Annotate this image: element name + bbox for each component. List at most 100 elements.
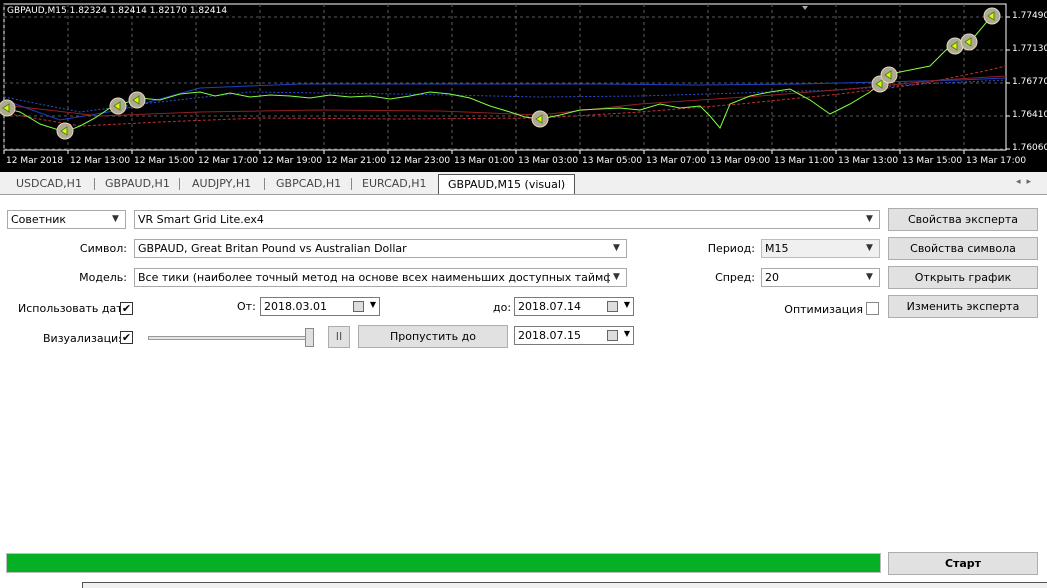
- time-tick-label: 12 Mar 2018: [6, 156, 64, 166]
- time-tick-label: 12 Mar 19:00: [262, 156, 323, 166]
- dropdown-arrow-icon: ▼: [623, 300, 630, 309]
- visualization-label: Визуализация: [43, 332, 125, 345]
- bottom-panel-edge: [82, 582, 1047, 588]
- expert-select-value: VR Smart Grid Lite.ex4: [138, 213, 264, 226]
- dropdown-arrow-icon: ▼: [369, 300, 376, 309]
- tab-separator: [179, 178, 180, 190]
- tab-separator: [94, 178, 95, 190]
- tab-scroll-left-icon[interactable]: ◂: [1016, 177, 1027, 187]
- dropdown-arrow-icon: ▼: [623, 329, 630, 338]
- symbol-properties-button[interactable]: Свойства символа: [888, 237, 1038, 260]
- dropdown-arrow-icon: ▼: [866, 272, 873, 282]
- use-date-checkbox[interactable]: ✔: [120, 302, 133, 315]
- trade-marker-icon: [531, 110, 549, 128]
- shift-marker-icon: [802, 6, 808, 10]
- modify-expert-button[interactable]: Изменить эксперта: [888, 295, 1038, 318]
- expert-select[interactable]: VR Smart Grid Lite.ex4 ▼: [134, 210, 880, 229]
- skip-to-date-picker[interactable]: 2018.07.15 ▼: [514, 326, 634, 345]
- from-label: От:: [237, 300, 256, 313]
- ma-red-line: [3, 65, 1007, 127]
- trade-marker-icon: [0, 99, 16, 117]
- tab-separator: [264, 178, 265, 190]
- speed-slider-track[interactable]: [148, 336, 312, 340]
- to-date-value: 2018.07.14: [518, 300, 581, 313]
- trade-markers: [0, 7, 1001, 140]
- symbol-label: Символ:: [79, 242, 127, 255]
- dropdown-arrow-icon: ▼: [866, 214, 873, 224]
- from-date-value: 2018.03.01: [264, 300, 327, 313]
- pause-button[interactable]: II: [328, 326, 350, 348]
- price-tick-label: 1.76060: [1012, 143, 1047, 153]
- dropdown-arrow-icon: ▼: [613, 243, 620, 253]
- open-chart-button[interactable]: Открыть график: [888, 266, 1038, 289]
- time-tick-label: 13 Mar 15:00: [902, 156, 963, 166]
- trade-marker-icon: [960, 33, 978, 51]
- dropdown-arrow-icon: ▼: [112, 214, 119, 224]
- expert-properties-button[interactable]: Свойства эксперта: [888, 208, 1038, 231]
- trade-marker-icon: [983, 7, 1001, 25]
- tab-scroll-right-icon[interactable]: ▸: [1026, 177, 1037, 187]
- tab-audjpy-h1[interactable]: AUDJPY,H1: [188, 175, 255, 192]
- type-select-value: Советник: [11, 213, 67, 226]
- calendar-icon: [607, 301, 618, 312]
- trade-marker-icon: [946, 37, 964, 55]
- tab-gbpaud-h1[interactable]: GBPAUD,H1: [101, 175, 174, 192]
- period-label: Период:: [707, 242, 755, 255]
- use-date-label: Использовать дату: [18, 302, 130, 315]
- dropdown-arrow-icon: ▼: [613, 272, 620, 282]
- tab-eurcad-h1[interactable]: EURCAD,H1: [358, 175, 431, 192]
- chart-canvas: [0, 3, 1010, 154]
- price-tick-label: 1.77490: [1012, 11, 1047, 21]
- spread-label: Спред:: [715, 271, 755, 284]
- to-label: до:: [493, 301, 512, 314]
- chart-info-label: GBPAUD,M15 1.82324 1.82414 1.82170 1.824…: [7, 6, 228, 16]
- tab-usdcad-h1[interactable]: USDCAD,H1: [12, 175, 86, 192]
- skip-to-button[interactable]: Пропустить до: [358, 325, 508, 348]
- tab-separator: [351, 178, 352, 190]
- time-tick-label: 13 Mar 07:00: [646, 156, 707, 166]
- calendar-icon: [607, 330, 618, 341]
- start-button[interactable]: Старт: [888, 552, 1038, 575]
- progress-fill: [7, 554, 880, 572]
- chart-tabs-bar: USDCAD,H1 GBPAUD,H1 AUDJPY,H1 GBPCAD,H1 …: [0, 172, 1047, 195]
- period-select-value: M15: [765, 242, 789, 255]
- time-tick-label: 12 Mar 15:00: [134, 156, 195, 166]
- type-select[interactable]: Советник ▼: [7, 210, 126, 229]
- calendar-icon: [353, 301, 364, 312]
- visualization-checkbox[interactable]: ✔: [120, 331, 133, 344]
- symbol-select-value: GBPAUD, Great Britan Pound vs Australian…: [138, 242, 407, 255]
- ma-blue-dotted-line: [3, 79, 1007, 113]
- model-label: Модель:: [79, 271, 127, 284]
- time-tick-label: 12 Mar 13:00: [70, 156, 131, 166]
- spread-select[interactable]: 20 ▼: [761, 268, 880, 287]
- price-tick-label: 1.76410: [1012, 110, 1047, 120]
- time-tick-label: 12 Mar 17:00: [198, 156, 259, 166]
- trade-marker-icon: [128, 91, 146, 109]
- time-tick-label: 12 Mar 23:00: [390, 156, 451, 166]
- tab-gbpaud-m15-visual[interactable]: GBPAUD,M15 (visual): [438, 174, 576, 194]
- price-tick-label: 1.77130: [1012, 44, 1047, 54]
- time-tick-label: 13 Mar 11:00: [774, 156, 835, 166]
- time-tick-label: 13 Mar 05:00: [582, 156, 643, 166]
- plot-frame: [3, 3, 1007, 151]
- symbol-select[interactable]: GBPAUD, Great Britan Pound vs Australian…: [134, 239, 627, 258]
- price-tick-label: 1.76770: [1012, 77, 1047, 87]
- time-tick-label: 13 Mar 09:00: [710, 156, 771, 166]
- time-tick-label: 12 Mar 21:00: [326, 156, 387, 166]
- time-tick-label: 13 Mar 03:00: [518, 156, 579, 166]
- time-tick-label: 13 Mar 13:00: [838, 156, 899, 166]
- pause-icon: II: [335, 330, 343, 343]
- test-progress-bar: [6, 553, 881, 573]
- trade-marker-icon: [109, 97, 127, 115]
- from-date-picker[interactable]: 2018.03.01 ▼: [260, 297, 380, 316]
- skip-to-date-value: 2018.07.15: [518, 329, 581, 342]
- to-date-picker[interactable]: 2018.07.14 ▼: [514, 297, 634, 316]
- optimization-checkbox[interactable]: [866, 302, 879, 315]
- chart-grid: [3, 4, 1010, 154]
- tab-gbpcad-h1[interactable]: GBPCAD,H1: [272, 175, 345, 192]
- period-select[interactable]: M15 ▼: [761, 239, 880, 258]
- checkbox-check-icon: ✔: [121, 331, 132, 344]
- speed-slider-thumb[interactable]: [305, 328, 314, 347]
- model-select[interactable]: Все тики (наиболее точный метод на основ…: [134, 268, 627, 287]
- price-chart[interactable]: GBPAUD,M15 1.82324 1.82414 1.82170 1.824…: [0, 0, 1047, 172]
